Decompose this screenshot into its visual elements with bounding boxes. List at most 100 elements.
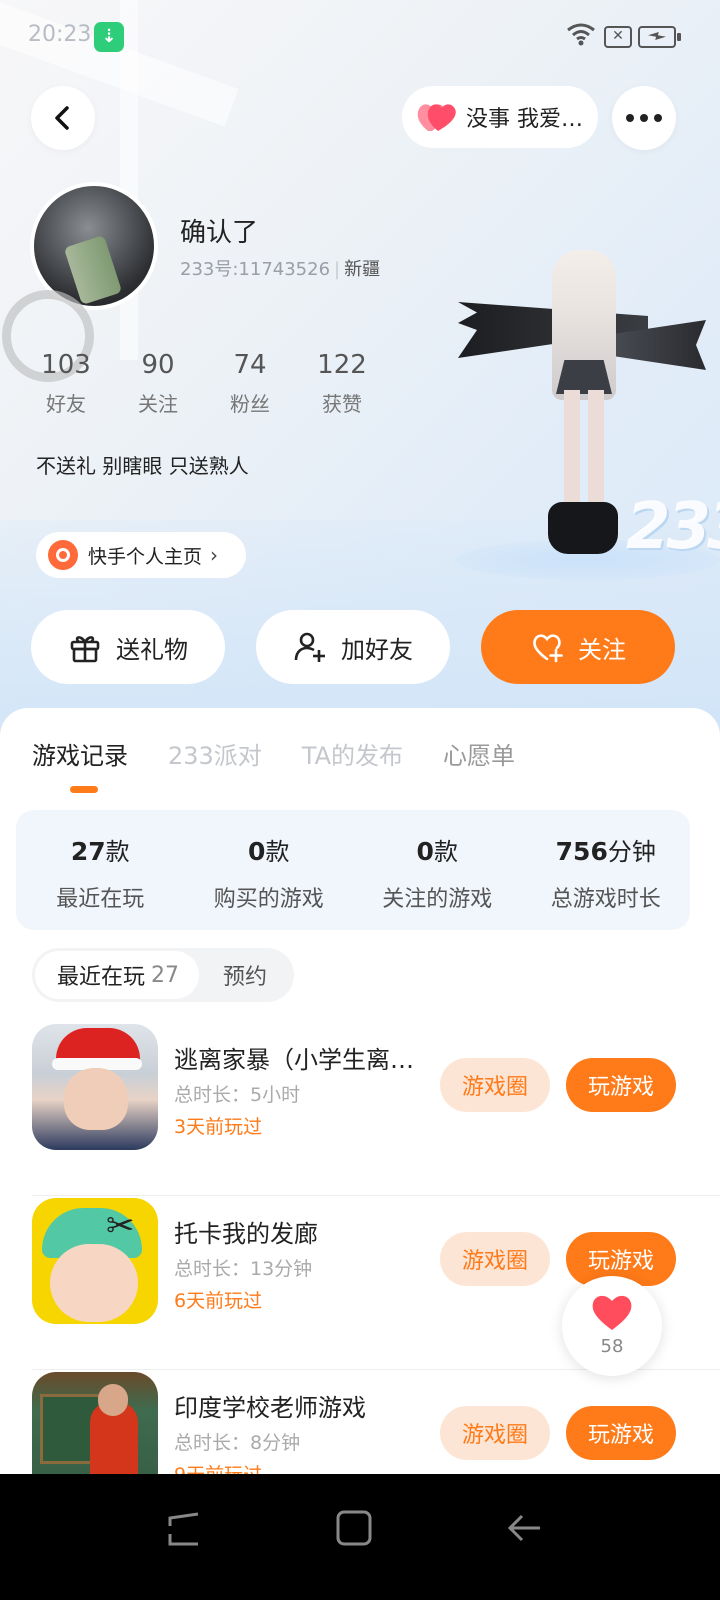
stat-label: 粉丝 <box>230 392 270 416</box>
like-floating-button[interactable]: 58 <box>562 1276 662 1376</box>
summary-recent[interactable]: 27款 最近在玩 <box>16 810 185 930</box>
stat-label: 关注 <box>138 392 178 416</box>
summary-value: 756 <box>555 837 608 866</box>
stat-fans[interactable]: 74 粉丝 <box>204 348 296 417</box>
game-icon[interactable] <box>32 1372 158 1488</box>
divider <box>32 1195 720 1196</box>
stat-value: 74 <box>233 350 267 380</box>
tab-233-party[interactable]: 233派对 <box>168 736 262 771</box>
list-item[interactable]: 印度学校老师游戏 总时长：8分钟 9天前玩过 游戏圈 玩游戏 <box>0 1372 720 1488</box>
summary-value: 0 <box>416 837 434 866</box>
tab-game-records[interactable]: 游戏记录 <box>32 736 128 771</box>
game-last-played: 6天前玩过 <box>174 1290 263 1312</box>
add-friend-button[interactable]: 加好友 <box>256 610 450 684</box>
heart-icon <box>592 1295 632 1330</box>
stat-value: 90 <box>141 350 175 380</box>
segment-recent-label: 最近在玩 <box>57 965 146 990</box>
segment-reserve[interactable]: 预约 <box>223 959 267 991</box>
summary-unit: 款 <box>105 838 130 866</box>
relationship-text: 没事 我爱… <box>466 107 583 132</box>
stat-likes[interactable]: 122 获赞 <box>296 348 388 417</box>
back-button[interactable] <box>31 86 95 150</box>
segment-recent-count: 27 <box>151 962 180 988</box>
recent-apps-icon[interactable] <box>160 1504 208 1552</box>
game-icon[interactable]: ✂ <box>32 1198 158 1324</box>
summary-label: 购买的游戏 <box>213 887 324 912</box>
character-legs <box>564 390 604 510</box>
stat-value: 122 <box>317 350 367 380</box>
username: 确认了 <box>180 218 259 248</box>
profile-tabs: 游戏记录 233派对 TA的发布 心愿单 <box>32 736 555 771</box>
wifi-icon <box>566 22 596 52</box>
233-badge: 233 <box>626 490 720 564</box>
game-name: 逃离家暴（小学生离家… <box>174 1046 424 1074</box>
tab-posts[interactable]: TA的发布 <box>302 736 403 771</box>
summary-unit: 款 <box>265 838 290 866</box>
send-gift-label: 送礼物 <box>116 635 188 664</box>
tab-wishlist[interactable]: 心愿单 <box>443 736 515 771</box>
game-name: 印度学校老师游戏 <box>174 1394 366 1422</box>
add-friend-label: 加好友 <box>341 635 413 664</box>
game-duration: 总时长：13分钟 <box>174 1258 313 1280</box>
user-id: 233号:11743526 <box>180 259 331 280</box>
back-nav-icon[interactable] <box>500 1504 548 1552</box>
character-skirt <box>556 360 612 394</box>
profile-stats: 103 好友 90 关注 74 粉丝 122 获赞 <box>20 348 388 417</box>
kuaishou-profile-link[interactable]: 快手个人主页 › <box>36 532 246 578</box>
stat-label: 好友 <box>46 392 86 416</box>
game-last-played: 3天前玩过 <box>174 1116 263 1138</box>
chevron-left-icon <box>55 106 69 130</box>
game-summary: 27款 最近在玩 0款 购买的游戏 0款 关注的游戏 756分钟 总游戏时长 <box>16 810 690 930</box>
relationship-pill[interactable]: 没事 我爱… <box>402 86 598 148</box>
user-bio: 不送礼 别瞎眼 只送熟人 <box>36 454 249 478</box>
game-circle-button[interactable]: 游戏圈 <box>440 1058 550 1112</box>
add-user-icon <box>294 632 325 662</box>
more-options-button[interactable] <box>612 86 676 150</box>
avatar-character[interactable]: 233 <box>456 240 720 580</box>
summary-playtime[interactable]: 756分钟 总游戏时长 <box>522 810 691 930</box>
security-shield-icon: ⇣ <box>94 22 124 52</box>
game-name: 托卡我的发廊 <box>174 1220 318 1248</box>
follow-button[interactable]: 关注 <box>481 610 675 684</box>
game-circle-button[interactable]: 游戏圈 <box>440 1406 550 1460</box>
follow-label: 关注 <box>578 635 626 664</box>
summary-purchased[interactable]: 0款 购买的游戏 <box>185 810 354 930</box>
summary-followed[interactable]: 0款 关注的游戏 <box>353 810 522 930</box>
stat-label: 获赞 <box>322 392 362 416</box>
kuaishou-icon <box>48 540 78 570</box>
game-icon[interactable] <box>32 1024 158 1150</box>
summary-value: 27 <box>70 837 106 866</box>
no-sim-icon: ✕ <box>604 26 632 48</box>
play-game-button[interactable]: 玩游戏 <box>566 1406 676 1460</box>
status-bar: 20:23 ⇣ ✕ <box>0 0 720 72</box>
separator: | <box>334 259 341 280</box>
play-game-button[interactable]: 玩游戏 <box>566 1058 676 1112</box>
summary-unit: 款 <box>433 838 458 866</box>
segment-recent[interactable]: 最近在玩 27 <box>35 951 200 999</box>
like-count: 58 <box>600 1336 624 1357</box>
uid-row: 233号:11743526 | 新疆 <box>180 255 380 281</box>
double-heart-icon <box>417 104 456 131</box>
game-circle-button[interactable]: 游戏圈 <box>440 1232 550 1286</box>
battery-charging-icon <box>638 26 681 48</box>
character-boots <box>548 502 618 554</box>
send-gift-button[interactable]: 送礼物 <box>31 610 225 684</box>
summary-unit: 分钟 <box>607 838 656 866</box>
game-duration: 总时长：5小时 <box>174 1084 301 1106</box>
list-segment-control: 最近在玩 27 预约 <box>32 948 294 1002</box>
kuaishou-link-label: 快手个人主页 <box>88 545 203 568</box>
heart-plus-icon <box>533 634 563 663</box>
stat-following[interactable]: 90 关注 <box>112 348 204 417</box>
list-item[interactable]: 逃离家暴（小学生离家… 总时长：5小时 3天前玩过 游戏圈 玩游戏 <box>0 1024 720 1196</box>
game-duration: 总时长：8分钟 <box>174 1432 301 1454</box>
gift-icon <box>70 636 100 663</box>
system-nav-bar <box>0 1474 720 1600</box>
summary-value: 0 <box>248 837 266 866</box>
stat-friends[interactable]: 103 好友 <box>20 348 112 417</box>
home-icon[interactable] <box>330 1504 378 1552</box>
active-tab-indicator <box>70 786 98 793</box>
chevron-right-icon: › <box>210 543 219 567</box>
more-dots-icon <box>626 114 662 122</box>
user-region: 新疆 <box>344 259 381 280</box>
summary-label: 关注的游戏 <box>382 887 493 912</box>
